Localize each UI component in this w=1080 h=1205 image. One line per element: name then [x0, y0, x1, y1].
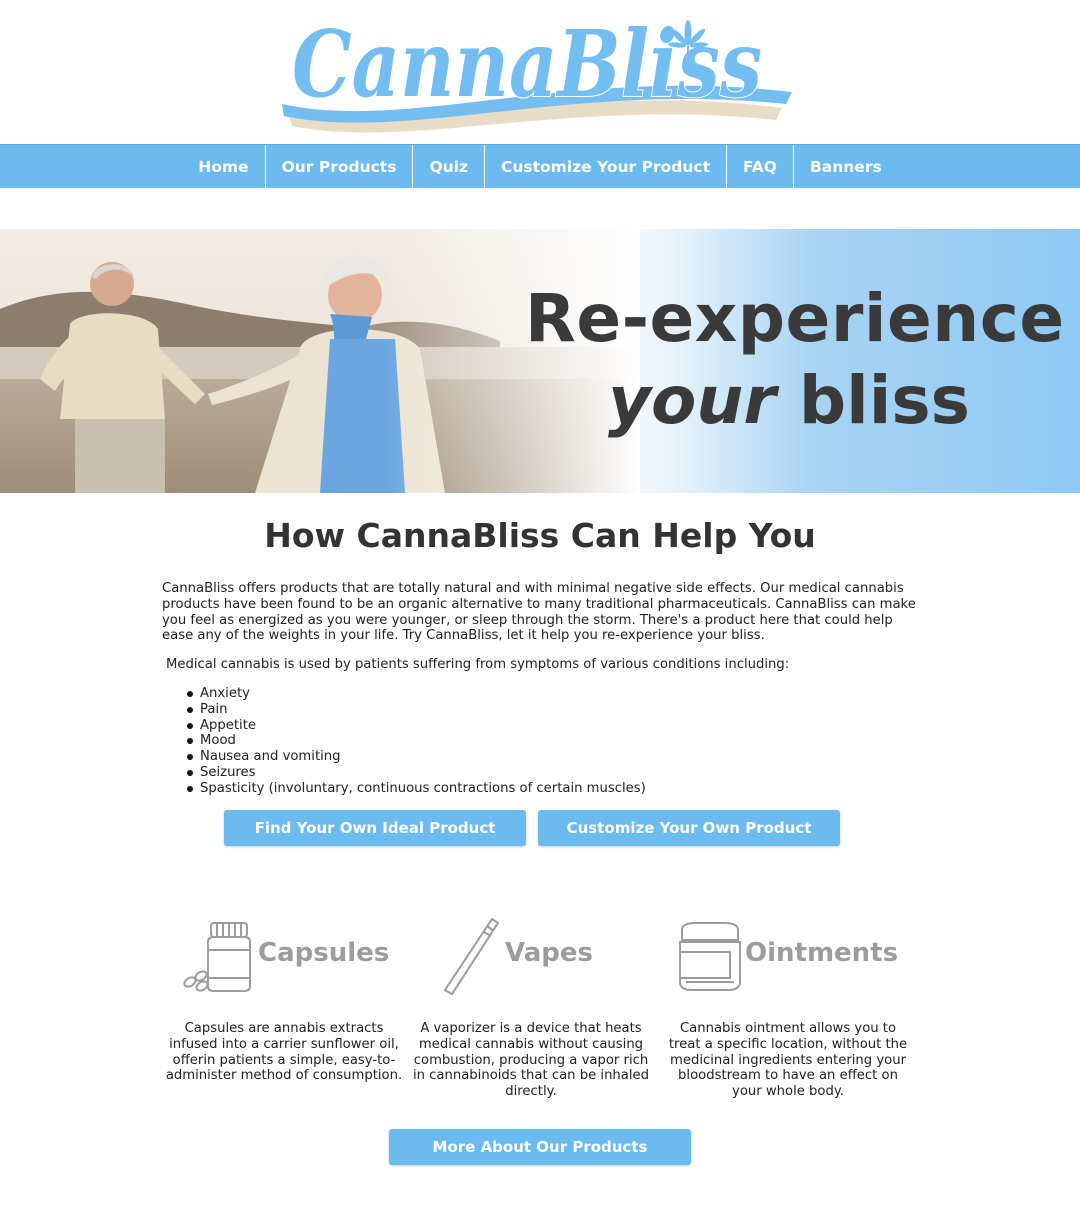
hero-title-line2: your bliss	[608, 362, 970, 439]
logo-text: CannaBliss	[292, 10, 762, 118]
hero-banner	[0, 229, 1080, 493]
list-item: Appetite	[182, 718, 646, 734]
nav-banners[interactable]: Banners	[792, 145, 898, 188]
product-title-capsules: Capsules	[258, 938, 390, 968]
product-desc-capsules: Capsules are annabis extracts infused in…	[165, 1021, 403, 1084]
conditions-list: Anxiety Pain Appetite Mood Nausea and vo…	[182, 686, 646, 797]
list-item: Nausea and vomiting	[182, 749, 646, 765]
section-heading: How CannaBliss Can Help You	[264, 516, 816, 555]
product-title-vapes: Vapes	[505, 938, 593, 968]
product-desc-ointments: Cannabis ointment allows you to treat a …	[668, 1021, 908, 1100]
list-item: Anxiety	[182, 686, 646, 702]
list-item: Seizures	[182, 765, 646, 781]
customize-product-button[interactable]: Customize Your Own Product	[538, 810, 840, 846]
product-title-ointments: Ointments	[745, 938, 899, 968]
site-logo[interactable]: CannaBliss	[270, 0, 810, 142]
nav-customize-your-product[interactable]: Customize Your Product	[483, 145, 726, 188]
hero-title-rest: bliss	[775, 362, 970, 439]
list-item: Spasticity (involuntary, continuous cont…	[182, 781, 646, 797]
find-ideal-product-button[interactable]: Find Your Own Ideal Product	[224, 810, 526, 846]
main-nav: Home Our Products Quiz Customize Your Pr…	[0, 144, 1080, 188]
hero-title-emphasis: your	[608, 362, 776, 439]
nav-home[interactable]: Home	[182, 145, 264, 188]
logo-graphic: CannaBliss	[282, 9, 792, 133]
conditions-lead: Medical cannabis is used by patients suf…	[166, 657, 790, 672]
hero-photo-couple-on-beach	[0, 229, 640, 493]
list-item: Pain	[182, 702, 646, 718]
ointment-jar-icon	[679, 922, 741, 991]
hero-title-line1: Re-experience	[525, 280, 1065, 357]
product-desc-vapes: A vaporizer is a device that heats medic…	[412, 1021, 650, 1100]
nav-quiz[interactable]: Quiz	[412, 145, 484, 188]
more-about-products-button[interactable]: More About Our Products	[389, 1129, 691, 1165]
nav-our-products[interactable]: Our Products	[264, 145, 413, 188]
list-item: Mood	[182, 733, 646, 749]
nav-faq[interactable]: FAQ	[725, 145, 793, 188]
capsules-bottle-icon	[183, 922, 251, 992]
intro-paragraph: CannaBliss offers products that are tota…	[162, 581, 916, 644]
vape-pen-icon	[443, 917, 500, 996]
